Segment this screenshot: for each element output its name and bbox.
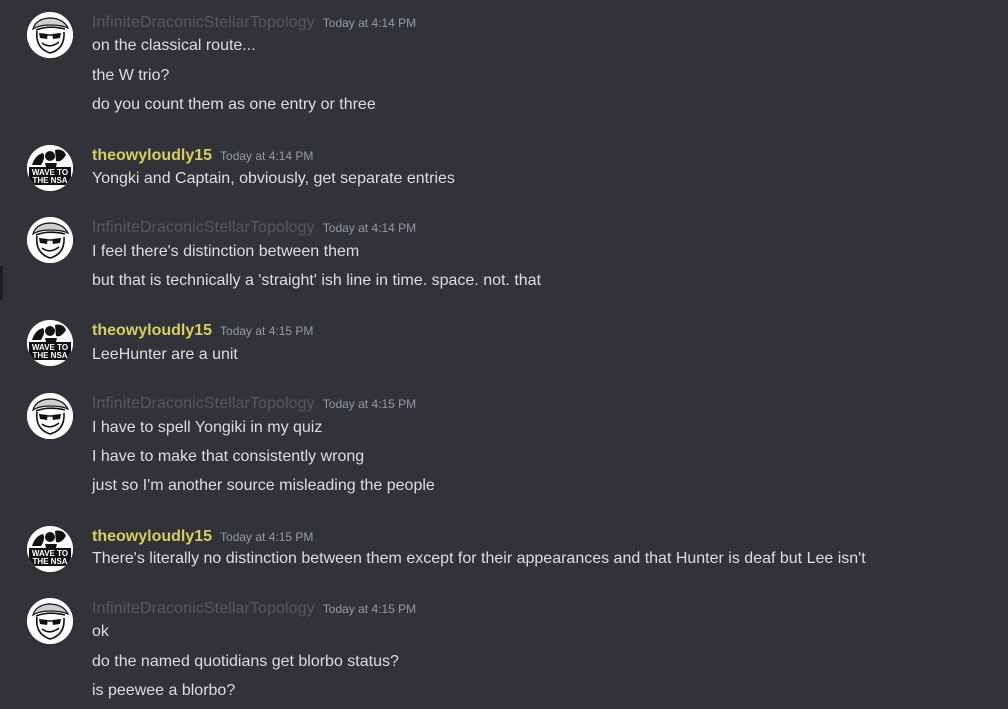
avatar-caption-line: THE NSA: [32, 176, 67, 185]
timestamp[interactable]: Today at 4:15 PM: [220, 324, 313, 338]
timestamp[interactable]: Today at 4:14 PM: [323, 16, 416, 30]
scroll-indicator[interactable]: [0, 266, 3, 300]
avatar[interactable]: [27, 12, 73, 58]
message-text: Yongki and Captain, obviously, get separ…: [92, 170, 455, 187]
username[interactable]: InfiniteDraconicStellarTopology: [92, 600, 315, 617]
wave-to-the-nsa-icon: WAVE TO THE NSA: [27, 320, 73, 366]
message-text: I have to spell Yongiki in my quiz: [92, 419, 323, 436]
message-text: LeeHunter are a unit: [92, 346, 238, 363]
timestamp[interactable]: Today at 4:15 PM: [323, 397, 416, 411]
avatar[interactable]: WAVE TO THE NSA: [27, 320, 73, 366]
username[interactable]: theowyloudly15: [92, 147, 212, 164]
avatar-caption-line: THE NSA: [32, 557, 67, 566]
avatar[interactable]: WAVE TO THE NSA: [27, 145, 73, 191]
message-text: I feel there's distinction between them: [92, 243, 360, 260]
message-header: InfiniteDraconicStellarTopology Today at …: [92, 219, 416, 239]
username[interactable]: theowyloudly15: [92, 322, 212, 339]
message-header: theowyloudly15 Today at 4:14 PM: [92, 147, 313, 167]
message-text: ok: [92, 623, 109, 640]
message-text: I have to make that consistently wrong: [92, 448, 365, 465]
message-header: InfiniteDraconicStellarTopology Today at …: [92, 600, 416, 620]
wave-to-the-nsa-icon: WAVE TO THE NSA: [27, 145, 73, 191]
message-text: the W trio?: [92, 67, 170, 84]
timestamp[interactable]: Today at 4:15 PM: [220, 530, 313, 544]
message-header: InfiniteDraconicStellarTopology Today at …: [92, 14, 416, 34]
message-text: on the classical route...: [92, 37, 256, 54]
message-text: is peewee a blorbo?: [92, 682, 236, 699]
smiling-hat-character-icon: [27, 217, 73, 263]
avatar[interactable]: [27, 217, 73, 263]
message-header: InfiniteDraconicStellarTopology Today at …: [92, 395, 416, 415]
smiling-hat-character-icon: [27, 598, 73, 644]
avatar[interactable]: [27, 598, 73, 644]
timestamp[interactable]: Today at 4:15 PM: [323, 602, 416, 616]
message-text: There's literally no distinction between…: [92, 550, 866, 567]
message-text: do the named quotidians get blorbo statu…: [92, 653, 399, 670]
username[interactable]: InfiniteDraconicStellarTopology: [92, 14, 315, 31]
message-text: but that is technically a 'straight' ish…: [92, 272, 542, 289]
smiling-hat-character-icon: [27, 393, 73, 439]
message-text: do you count them as one entry or three: [92, 96, 376, 113]
username[interactable]: InfiniteDraconicStellarTopology: [92, 395, 315, 412]
wave-to-the-nsa-icon: WAVE TO THE NSA: [27, 526, 73, 572]
avatar-caption-line: THE NSA: [32, 351, 67, 360]
smiling-hat-character-icon: [27, 12, 73, 58]
message-text: just so I'm another source misleading th…: [92, 477, 435, 494]
message-header: theowyloudly15 Today at 4:15 PM: [92, 322, 313, 342]
timestamp[interactable]: Today at 4:14 PM: [323, 221, 416, 235]
avatar[interactable]: WAVE TO THE NSA: [27, 526, 73, 572]
username[interactable]: theowyloudly15: [92, 528, 212, 545]
message-header: theowyloudly15 Today at 4:15 PM: [92, 528, 313, 548]
timestamp[interactable]: Today at 4:14 PM: [220, 149, 313, 163]
avatar[interactable]: [27, 393, 73, 439]
username[interactable]: InfiniteDraconicStellarTopology: [92, 219, 315, 236]
